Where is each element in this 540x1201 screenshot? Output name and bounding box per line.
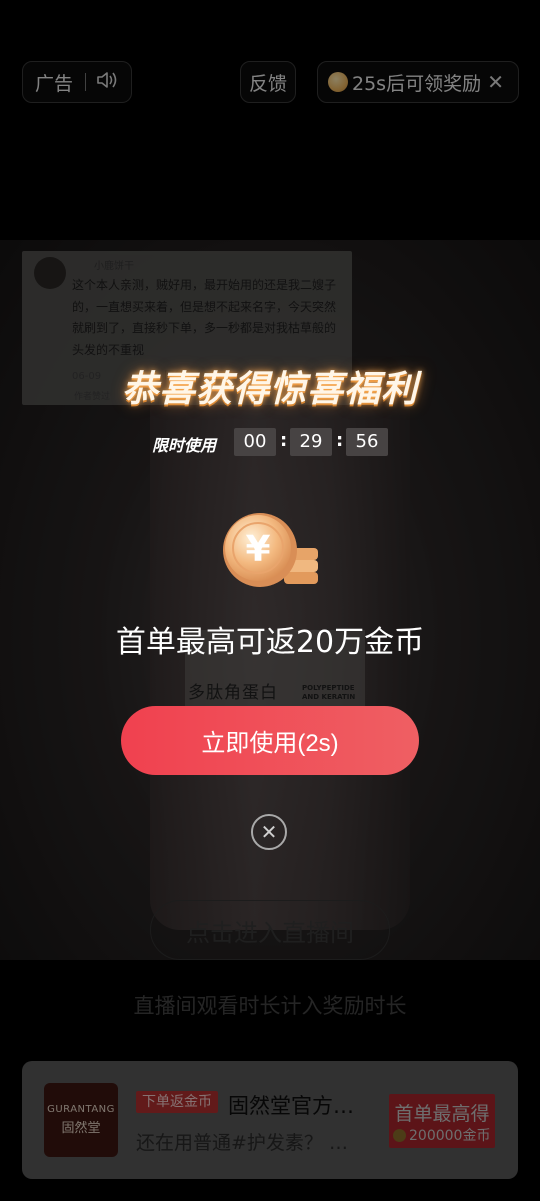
limited-time-label: 限时使用 <box>152 436 217 455</box>
modal-overlay <box>0 0 540 1201</box>
use-now-button[interactable]: 立即使用(2s) <box>121 706 419 775</box>
countdown-minutes: 29 <box>290 428 332 456</box>
countdown-hours: 00 <box>234 428 276 456</box>
svg-text:¥: ¥ <box>245 529 270 570</box>
countdown-colon: : <box>336 430 344 451</box>
countdown-colon: : <box>280 430 288 451</box>
popup-description: 首单最高可返20万金币 <box>115 625 425 660</box>
gold-coin-icon: ¥ <box>220 508 324 600</box>
popup-title: 恭喜获得惊喜福利 <box>121 369 418 410</box>
countdown-seconds: 56 <box>346 428 388 456</box>
popup-close-icon[interactable]: ✕ <box>251 814 287 850</box>
